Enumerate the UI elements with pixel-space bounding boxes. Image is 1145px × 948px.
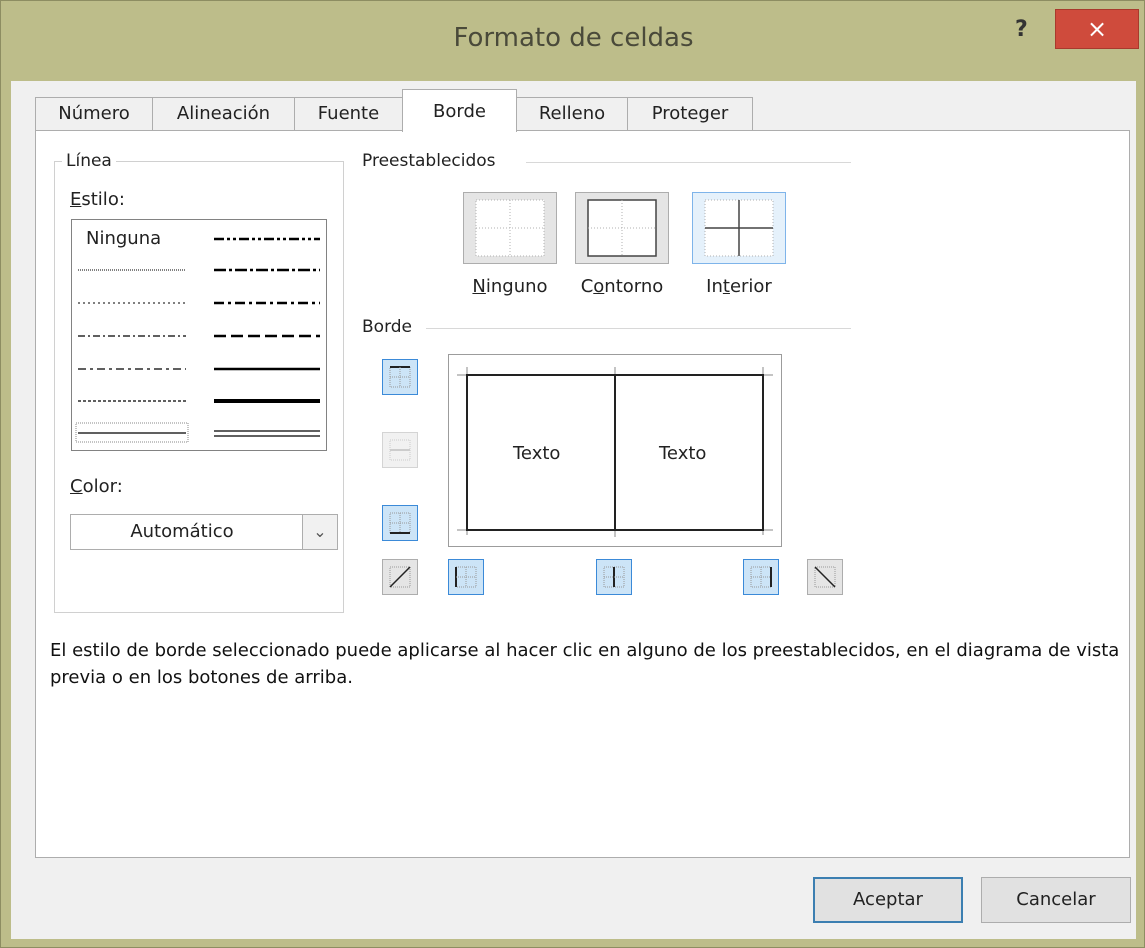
info-text: El estilo de borde seleccionado puede ap… bbox=[50, 640, 1120, 688]
dialog-client: Número Alineación Fuente Borde Relleno P… bbox=[11, 81, 1136, 939]
color-select[interactable]: Automático ⌄ bbox=[70, 514, 338, 550]
preset-outline-icon bbox=[587, 199, 657, 257]
preset-outline-label-accesskey: o bbox=[593, 276, 605, 297]
dialog-title: Formato de celdas bbox=[453, 23, 694, 53]
border-inside-horizontal-icon bbox=[389, 439, 411, 461]
preset-inside-label-pre: In bbox=[706, 276, 723, 297]
tab-relleno[interactable]: Relleno bbox=[516, 97, 628, 131]
preset-outline-label-post: ntorno bbox=[604, 276, 664, 297]
preset-outline-label[interactable]: Contorno bbox=[566, 276, 678, 297]
border-preview-diagram bbox=[457, 367, 773, 537]
estilo-label-accesskey: E bbox=[70, 189, 82, 210]
preset-none-label-accesskey: N bbox=[472, 276, 486, 297]
preset-none-button[interactable] bbox=[463, 192, 557, 264]
cancel-button[interactable]: Cancelar bbox=[981, 877, 1131, 923]
preset-none-label-post: inguno bbox=[485, 276, 548, 297]
close-button[interactable]: × bbox=[1055, 9, 1139, 49]
border-inside-vertical-button[interactable] bbox=[596, 559, 632, 595]
tab-borde[interactable]: Borde bbox=[402, 89, 517, 132]
color-label-text: olor: bbox=[82, 476, 123, 497]
color-label: Color: bbox=[70, 476, 123, 497]
line-style-list[interactable]: Ninguna bbox=[71, 219, 327, 451]
ok-button[interactable]: Aceptar bbox=[813, 877, 963, 923]
border-right-button[interactable] bbox=[743, 559, 779, 595]
border-diagonal-up-button[interactable] bbox=[382, 559, 418, 595]
borde-group-title: Borde bbox=[358, 317, 417, 337]
preset-inside-button[interactable] bbox=[692, 192, 786, 264]
tab-numero[interactable]: Número bbox=[35, 97, 153, 131]
preset-outline-label-pre: C bbox=[580, 276, 594, 297]
preset-none-icon bbox=[475, 199, 545, 257]
border-bottom-icon bbox=[389, 512, 411, 534]
color-label-accesskey: C bbox=[70, 476, 83, 497]
border-inside-horizontal-button[interactable] bbox=[382, 432, 418, 468]
border-right-icon bbox=[750, 566, 772, 588]
preset-inside-label-post: erior bbox=[729, 276, 772, 297]
presets-separator bbox=[526, 162, 851, 163]
preview-text-left: Texto bbox=[513, 443, 561, 464]
border-bottom-button[interactable] bbox=[382, 505, 418, 541]
border-top-icon bbox=[389, 366, 411, 388]
dialog-window: Formato de celdas ? × Número Alineación … bbox=[0, 0, 1145, 948]
tab-alineacion[interactable]: Alineación bbox=[152, 97, 295, 131]
border-diagonal-up-icon bbox=[389, 566, 411, 588]
estilo-label: Estilo: bbox=[70, 189, 125, 210]
border-diagonal-down-icon bbox=[814, 566, 836, 588]
borde-panel: Línea Estilo: Ninguna Color: Automático … bbox=[35, 130, 1130, 858]
borde-separator bbox=[426, 328, 851, 329]
border-inside-vertical-icon bbox=[603, 566, 625, 588]
border-top-button[interactable] bbox=[382, 359, 418, 395]
preview-text-right: Texto bbox=[659, 443, 707, 464]
linea-group-title: Línea bbox=[62, 151, 116, 171]
preset-inside-label[interactable]: Interior bbox=[683, 276, 795, 297]
estilo-label-text: stilo: bbox=[81, 189, 125, 210]
color-select-value: Automático bbox=[130, 521, 234, 542]
help-icon[interactable]: ? bbox=[1015, 17, 1028, 42]
title-bar[interactable]: Formato de celdas ? × bbox=[1, 1, 1145, 81]
preset-inside-label-accesskey: t bbox=[722, 276, 730, 297]
presets-group-title: Preestablecidos bbox=[358, 151, 500, 171]
preset-outline-button[interactable] bbox=[575, 192, 669, 264]
border-left-button[interactable] bbox=[448, 559, 484, 595]
border-diagonal-down-button[interactable] bbox=[807, 559, 843, 595]
tab-fuente[interactable]: Fuente bbox=[294, 97, 403, 131]
border-left-icon bbox=[455, 566, 477, 588]
preset-inside-icon bbox=[704, 199, 774, 257]
tab-proteger[interactable]: Proteger bbox=[627, 97, 753, 131]
chevron-down-icon[interactable]: ⌄ bbox=[302, 515, 337, 549]
border-preview[interactable]: Texto Texto bbox=[448, 354, 782, 547]
preset-none-label[interactable]: Ninguno bbox=[454, 276, 566, 297]
line-style-swatches[interactable] bbox=[72, 220, 326, 450]
